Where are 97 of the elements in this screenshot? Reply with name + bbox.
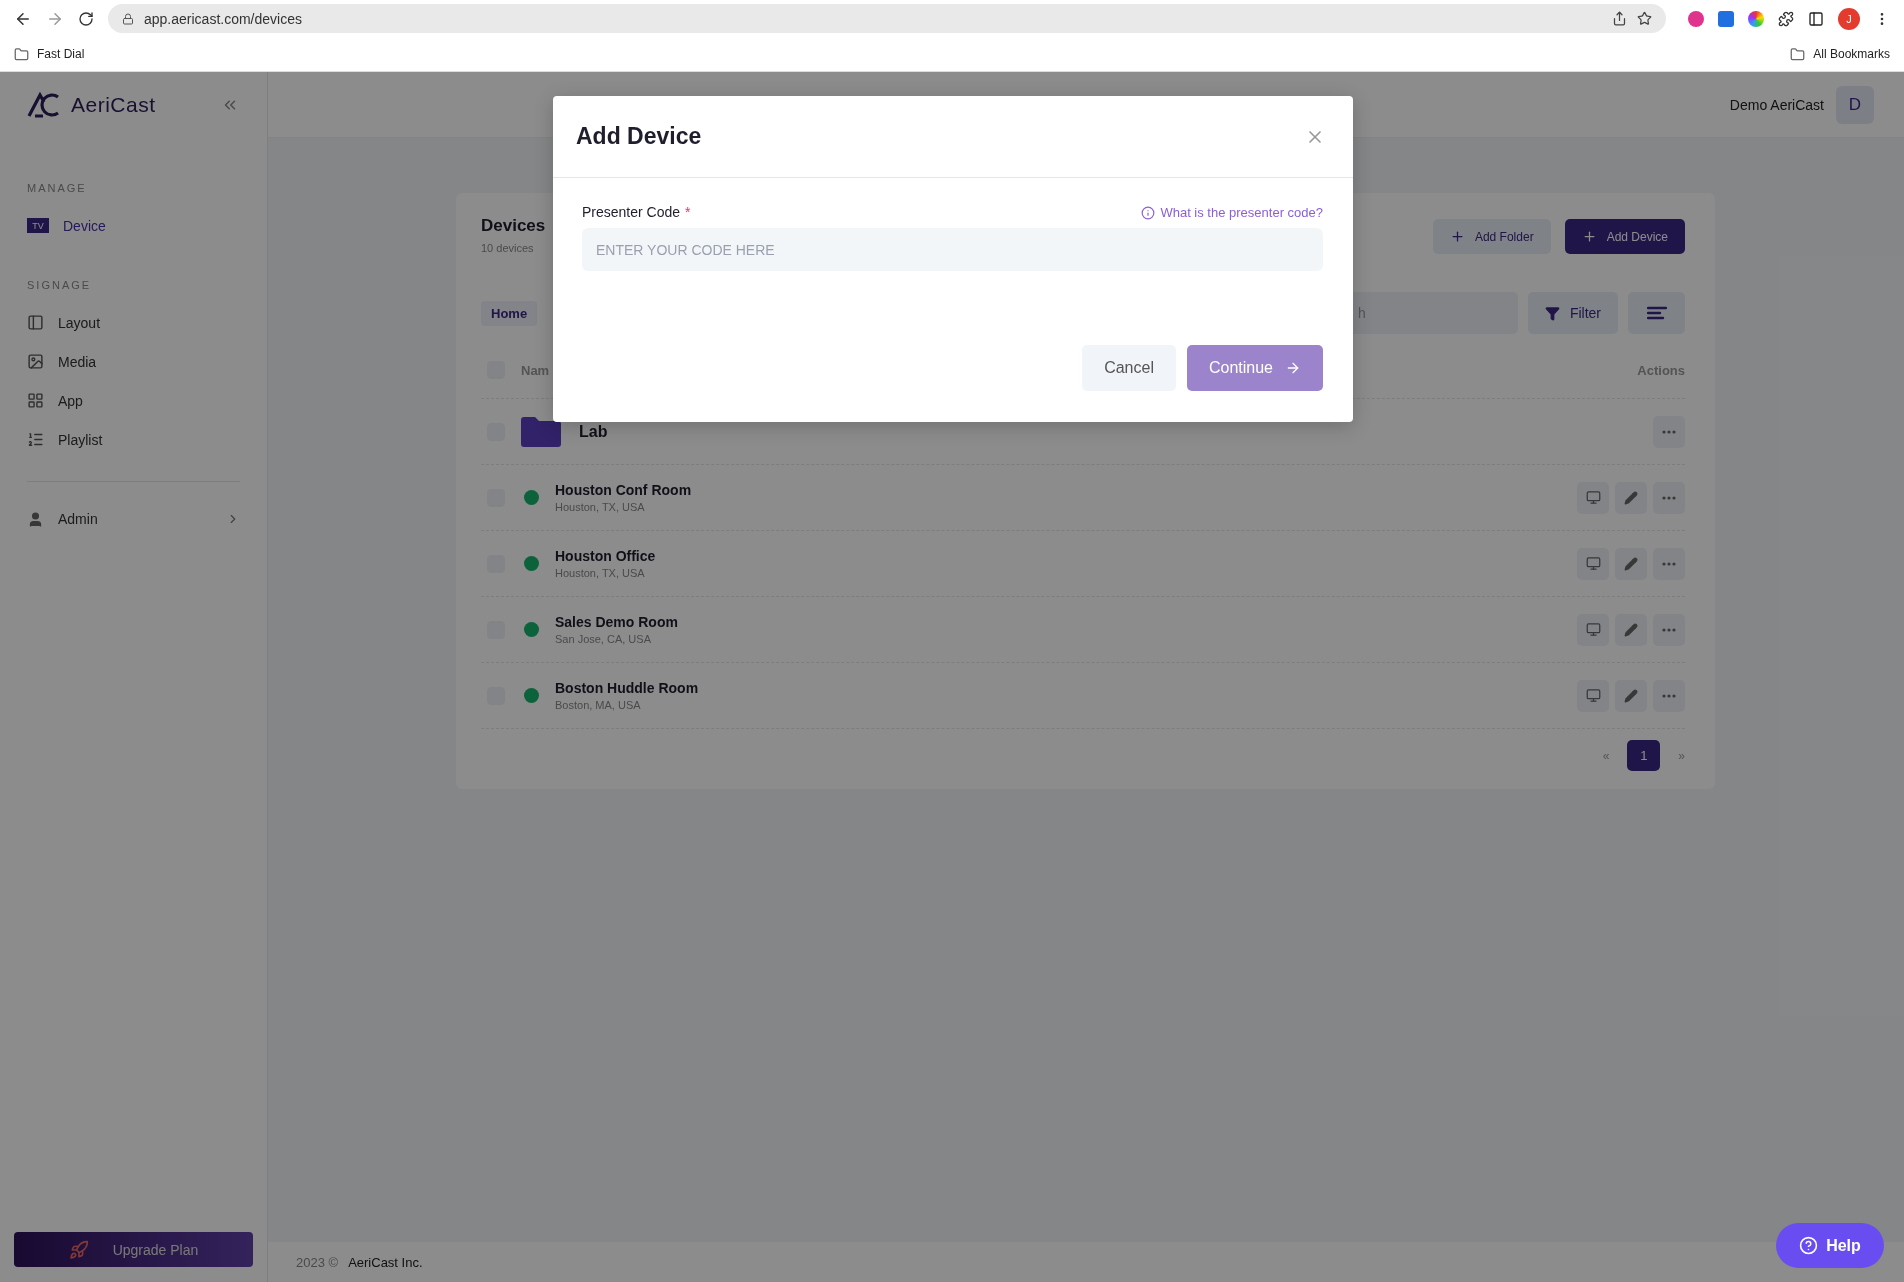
edit-button[interactable] (1615, 547, 1647, 580)
arrow-right-icon (1285, 360, 1301, 376)
ellipsis-icon (1662, 561, 1676, 566)
device-name[interactable]: Boston Huddle Room (555, 680, 1577, 696)
nav-item[interactable]: Media (14, 342, 253, 381)
admin-menu[interactable]: Admin (14, 500, 253, 538)
folder-icon (14, 46, 29, 62)
plus-icon (1449, 229, 1465, 244)
brand-name: AeriCast (71, 93, 156, 117)
code-input-field[interactable]: ENTER YOUR CODE HERE (582, 228, 1323, 271)
dialog-title: Add Device (576, 123, 702, 150)
extension-icon[interactable] (1748, 10, 1764, 27)
device-location: Boston, MA, USA (555, 699, 642, 711)
preview-button[interactable] (1577, 547, 1609, 580)
device-location: Houston, TX, USA (555, 567, 646, 579)
pencil-icon (1624, 556, 1638, 571)
address-bar[interactable]: app.aericast.com/devices (108, 4, 1666, 33)
preview-button[interactable] (1577, 481, 1609, 514)
extension-icon[interactable] (1718, 10, 1734, 27)
breadcrumb[interactable]: Home (481, 300, 538, 326)
user-avatar[interactable]: D (1836, 85, 1874, 124)
page-title: Devices (481, 216, 546, 236)
share-icon[interactable] (1612, 11, 1627, 26)
profile-avatar[interactable]: J (1838, 7, 1860, 30)
preview-button[interactable] (1577, 679, 1609, 712)
folder-icon (521, 416, 561, 447)
pencil-icon (1624, 622, 1638, 637)
sort-button[interactable] (1628, 292, 1685, 334)
help-button[interactable]: Help (1776, 1223, 1884, 1268)
sort-icon (1646, 306, 1667, 320)
edit-button[interactable] (1615, 481, 1647, 514)
all-bookmarks[interactable]: All Bookmarks (1790, 46, 1890, 62)
column-header: Actions (1637, 362, 1685, 378)
nav-item[interactable]: TV Device (14, 206, 253, 245)
more-button[interactable] (1653, 481, 1685, 514)
logo-icon (27, 92, 61, 118)
folder-name[interactable]: Lab (579, 422, 1653, 441)
side-panel-icon[interactable] (1808, 10, 1824, 27)
monitor-icon (1585, 490, 1601, 505)
nav-icon (27, 431, 44, 448)
info-icon (1141, 205, 1156, 220)
lock-icon (122, 12, 134, 25)
rocket-icon (68, 1239, 89, 1260)
monitor-icon (1585, 556, 1601, 571)
more-button[interactable] (1653, 415, 1685, 448)
more-button[interactable] (1653, 679, 1685, 712)
more-button[interactable] (1653, 547, 1685, 580)
nav-item[interactable]: Layout (14, 303, 253, 342)
nav-item[interactable]: Playlist (14, 420, 253, 459)
help-icon (1799, 1236, 1819, 1255)
device-name[interactable]: Sales Demo Room (555, 614, 1577, 630)
more-button[interactable] (1653, 613, 1685, 646)
user-name: Demo AeriCast (1729, 96, 1824, 113)
section-title: SIGNAGE (26, 279, 93, 291)
ellipsis-icon (1662, 693, 1676, 698)
plus-icon (1581, 229, 1597, 244)
nav-icon (27, 392, 44, 409)
pencil-icon (1624, 490, 1638, 505)
tv-icon: TV (27, 218, 49, 233)
edit-button[interactable] (1615, 679, 1647, 712)
nav-icon (27, 353, 44, 370)
filter-icon (1544, 305, 1560, 321)
device-location: San Jose, CA, USA (555, 633, 652, 645)
required-mark: * (685, 204, 691, 220)
ellipsis-icon (1662, 495, 1676, 500)
preview-button[interactable] (1577, 613, 1609, 646)
monitor-icon (1585, 688, 1601, 703)
edit-button[interactable] (1615, 613, 1647, 646)
device-name[interactable]: Houston Office (555, 548, 1577, 564)
ellipsis-icon (1662, 627, 1676, 632)
upgrade-button[interactable]: Upgrade Plan (14, 1232, 253, 1267)
column-header: Nam (521, 362, 550, 378)
device-name[interactable]: Houston Conf Room (555, 482, 1577, 498)
extensions-icon[interactable] (1778, 10, 1794, 27)
nav-icon (27, 314, 44, 331)
bookmark-folder[interactable]: Fast Dial (14, 46, 85, 62)
device-location: Houston, TX, USA (555, 501, 646, 513)
ellipsis-icon (1662, 429, 1676, 434)
device-count: 10 devices (481, 242, 535, 254)
add-button[interactable]: Add Device (1564, 219, 1685, 254)
extension-icon[interactable] (1688, 10, 1704, 27)
monitor-icon (1585, 622, 1601, 637)
user-icon (27, 510, 44, 528)
help-link[interactable]: What is the presenter code? (1141, 205, 1323, 220)
pencil-icon (1624, 688, 1638, 703)
copyright-year: 2023 © (296, 1254, 339, 1270)
bookmark-star-icon[interactable] (1637, 11, 1652, 26)
reload-icon[interactable] (78, 10, 94, 27)
add-button[interactable]: Add Folder (1432, 219, 1551, 254)
filter-button[interactable]: Filter (1527, 292, 1618, 334)
field-label: Presenter Code (582, 204, 681, 220)
folder-icon (1790, 46, 1806, 62)
company-name: AeriCast Inc. (348, 1254, 423, 1270)
section-title: MANAGE (26, 182, 88, 194)
page-number[interactable]: 1 (1627, 740, 1661, 771)
nav-item[interactable]: App (14, 381, 253, 420)
cancel-button[interactable]: Cancel (1082, 345, 1176, 391)
